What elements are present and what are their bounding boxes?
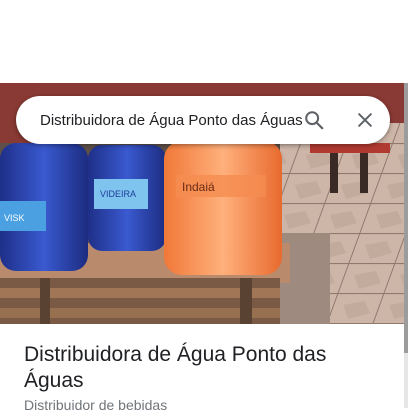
close-icon	[358, 113, 372, 127]
search-input[interactable]	[40, 96, 302, 144]
place-category[interactable]: Distribuidor de bebidas	[24, 396, 167, 414]
scrollbar-thumb[interactable]	[404, 83, 408, 353]
bottle-label-middle: VIDEIRA	[100, 189, 136, 199]
scrollbar[interactable]	[404, 83, 408, 408]
clear-search-button[interactable]	[349, 104, 381, 136]
search-box[interactable]	[16, 96, 390, 144]
search-button[interactable]	[298, 104, 330, 136]
search-icon	[305, 111, 324, 130]
bottle-label-left: VISK	[4, 213, 25, 223]
bottle-label-orange: Indaiá	[182, 180, 215, 194]
place-title: Distribuidora de Água Ponto das Águas	[24, 343, 327, 392]
